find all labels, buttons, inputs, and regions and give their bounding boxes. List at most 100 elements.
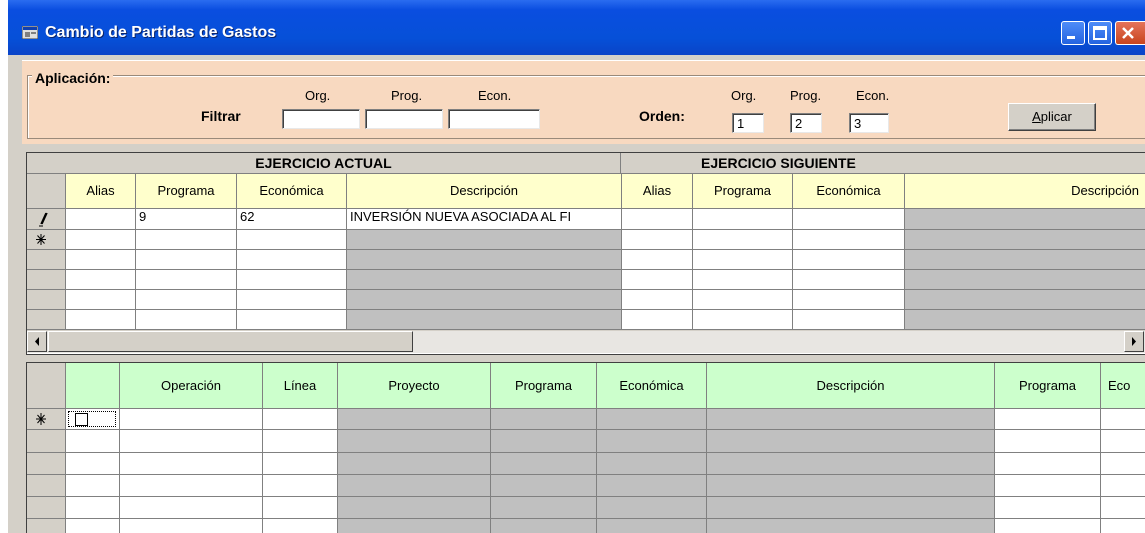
cell-alias-siguiente[interactable] (622, 209, 693, 230)
row-selector[interactable] (27, 519, 66, 533)
row-selector[interactable] (27, 230, 66, 250)
col-descripcion-siguiente[interactable]: Descripción (905, 174, 1145, 209)
row-selector[interactable] (27, 453, 66, 475)
col-descripcion-actual[interactable]: Descripción (347, 174, 622, 209)
empty-cell (347, 310, 622, 330)
empty-cell (136, 310, 237, 330)
col-alias-siguiente[interactable]: Alias (622, 174, 693, 209)
empty-cell (120, 497, 263, 519)
scrollbar-thumb[interactable] (48, 331, 413, 352)
filtrar-econ-input[interactable] (448, 109, 540, 129)
col-check[interactable] (66, 363, 120, 409)
col-linea[interactable]: Línea (263, 363, 338, 409)
empty-cell (622, 310, 693, 330)
row-selector[interactable] (27, 310, 66, 330)
filtrar-org-input[interactable] (282, 109, 360, 129)
window-title: Cambio de Partidas de Gastos (45, 24, 277, 41)
col-economica-siguiente[interactable]: Económica (793, 174, 905, 209)
row-selector[interactable] (27, 250, 66, 270)
cell-economica-siguiente[interactable] (1101, 409, 1145, 430)
empty-cell (905, 250, 1145, 270)
col-operacion[interactable]: Operación (120, 363, 263, 409)
row-selector[interactable] (27, 290, 66, 310)
empty-cell (338, 430, 491, 453)
filtrar-prog-input[interactable] (365, 109, 443, 129)
check-cell[interactable] (66, 409, 120, 430)
close-button[interactable] (1115, 21, 1145, 45)
empty-cell (905, 270, 1145, 290)
empty-cell (693, 290, 793, 310)
col-alias-actual[interactable]: Alias (66, 174, 136, 209)
col-economica-actual[interactable]: Económica (237, 174, 347, 209)
cell-programa-actual[interactable] (136, 230, 237, 250)
empty-cell (66, 453, 120, 475)
col-descripcion[interactable]: Descripción (707, 363, 995, 409)
cell-alias-actual[interactable] (66, 209, 136, 230)
app-window-icon (22, 26, 38, 39)
cell-alias-siguiente[interactable] (622, 230, 693, 250)
row-selector[interactable] (27, 209, 66, 230)
row-selector[interactable] (27, 430, 66, 453)
cell-programa-siguiente[interactable] (693, 209, 793, 230)
col-programa-siguiente[interactable]: Programa (693, 174, 793, 209)
minimize-button[interactable] (1061, 21, 1085, 45)
empty-cell (793, 250, 905, 270)
cell-economica-actual[interactable] (237, 230, 347, 250)
cell-programa-actual[interactable]: 9 (136, 209, 237, 230)
col-programa-siguiente[interactable]: Programa (995, 363, 1101, 409)
scroll-left-button[interactable] (27, 331, 47, 352)
operaciones-grid[interactable]: Operación Línea Proyecto Programa Económ… (26, 362, 1145, 533)
orden-prog-label: Prog. (790, 88, 822, 103)
empty-cell (263, 475, 338, 497)
row-checkbox[interactable] (75, 413, 88, 426)
horizontal-scrollbar[interactable] (27, 330, 1145, 353)
empty-cell (263, 430, 338, 453)
cell-programa-siguiente[interactable] (693, 230, 793, 250)
empty-cell (597, 475, 707, 497)
empty-cell (693, 250, 793, 270)
row-selector[interactable] (27, 497, 66, 519)
cell-economica-siguiente[interactable] (793, 209, 905, 230)
orden-econ-input[interactable]: 3 (849, 113, 889, 133)
row-selector[interactable] (27, 409, 66, 430)
cell-linea[interactable] (263, 409, 338, 430)
empty-cell (707, 519, 995, 533)
title-bar[interactable]: Cambio de Partidas de Gastos (8, 0, 1145, 55)
empty-cell (622, 270, 693, 290)
empty-cell (66, 290, 136, 310)
cell-alias-actual[interactable] (66, 230, 136, 250)
empty-cell (491, 497, 597, 519)
empty-cell (597, 519, 707, 533)
cell-operacion[interactable] (120, 409, 263, 430)
empty-cell (66, 475, 120, 497)
empty-cell (263, 453, 338, 475)
empty-cell (597, 497, 707, 519)
row-selector[interactable] (27, 270, 66, 290)
arrow-right-icon (1132, 337, 1136, 346)
row-selector[interactable] (27, 475, 66, 497)
empty-cell (491, 519, 597, 533)
maximize-button[interactable] (1088, 21, 1112, 45)
orden-econ-label: Econ. (856, 88, 890, 103)
cell-economica-actual[interactable]: 62 (237, 209, 347, 230)
col-proyecto[interactable]: Proyecto (338, 363, 491, 409)
cell-economica-siguiente[interactable] (793, 230, 905, 250)
empty-cell (237, 270, 347, 290)
empty-cell (793, 310, 905, 330)
new-row-icon (36, 234, 46, 245)
orden-prog-input[interactable]: 2 (790, 113, 822, 133)
empty-cell (793, 290, 905, 310)
col-programa-actual[interactable]: Programa (136, 174, 237, 209)
ejercicio-grid[interactable]: EJERCICIO ACTUAL EJERCICIO SIGUIENTE Ali… (26, 152, 1145, 355)
col-programa[interactable]: Programa (491, 363, 597, 409)
empty-cell (136, 250, 237, 270)
orden-org-input[interactable]: 1 (732, 113, 764, 133)
cell-descripcion-actual[interactable]: INVERSIÓN NUEVA ASOCIADA AL FI (347, 209, 622, 230)
col-economica-siguiente[interactable]: Eco (1101, 363, 1145, 409)
scroll-right-button[interactable] (1124, 331, 1144, 352)
empty-cell (793, 270, 905, 290)
empty-cell (237, 310, 347, 330)
col-economica[interactable]: Económica (597, 363, 707, 409)
cell-programa-siguiente[interactable] (995, 409, 1101, 430)
aplicar-button[interactable]: Aplicar (1008, 103, 1096, 131)
